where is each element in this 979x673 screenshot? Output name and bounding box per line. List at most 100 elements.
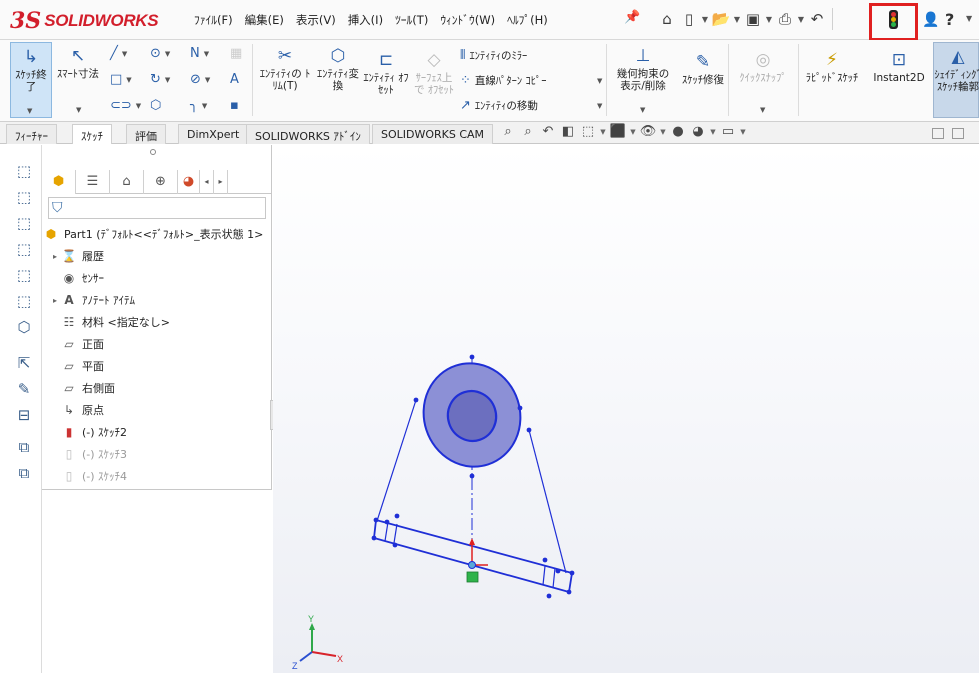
- open-folder-icon[interactable]: 📂: [710, 8, 732, 30]
- fillet-tool[interactable]: ╮ ▼: [190, 98, 207, 113]
- previous-view-icon[interactable]: ↶: [538, 124, 558, 139]
- undo-icon[interactable]: ↶: [806, 8, 828, 30]
- chevron-down-icon[interactable]: ▼: [796, 15, 806, 24]
- menu-insert[interactable]: 挿入(I): [342, 12, 389, 28]
- scene-icon[interactable]: ◕: [688, 124, 708, 139]
- polygon-tool-2[interactable]: ⬡: [150, 98, 165, 113]
- chevron-down-icon[interactable]: ▼: [136, 102, 141, 110]
- expand-icon[interactable]: ▸: [50, 296, 60, 305]
- graphics-area[interactable]: [273, 145, 979, 673]
- chevron-down-icon[interactable]: ▼: [598, 128, 608, 136]
- restore-window-icon[interactable]: [932, 128, 944, 139]
- shaded-sketch-contours-button[interactable]: ◭ ｼｪｲﾃﾞｨﾝｸﾞ ｽｹｯﾁ輪郭: [933, 42, 979, 118]
- chevron-down-icon[interactable]: ▼: [27, 107, 32, 115]
- smart-dimension-button[interactable]: ↖ ｽﾏｰﾄ寸法: [56, 46, 100, 80]
- display-pane-icon[interactable]: ⊟: [14, 405, 34, 425]
- tree-filter-input[interactable]: ⛉: [48, 197, 266, 219]
- view-isometric-icon[interactable]: ⬡: [14, 317, 34, 337]
- print-icon[interactable]: ⎙: [774, 8, 796, 30]
- feature-tree-tab-icon[interactable]: ⬢: [42, 170, 76, 194]
- rectangle-tool[interactable]: □ ▼: [110, 72, 132, 87]
- tree-item-sensors[interactable]: ◉ ｾﾝｻｰ: [42, 267, 272, 289]
- instant2d-button[interactable]: ⊡ Instant2D: [868, 50, 930, 84]
- chevron-down-icon[interactable]: ▼: [122, 50, 127, 58]
- offset-on-surface-button[interactable]: ◇ ｻｰﾌｪｽ上で ｵﾌｾｯﾄ: [412, 50, 456, 96]
- help-icon[interactable]: ?: [945, 10, 954, 29]
- display-manager-tab-icon[interactable]: ◕: [178, 170, 200, 194]
- chevron-down-icon[interactable]: ▼: [126, 76, 131, 84]
- view-bottom-icon[interactable]: ⬚: [14, 291, 34, 311]
- copy-layers-icon[interactable]: ⧉: [14, 463, 34, 483]
- tree-item-origin[interactable]: ↳ 原点: [42, 399, 272, 421]
- zoom-to-area-icon[interactable]: ⌕: [518, 124, 538, 139]
- chevron-down-icon[interactable]: ▼: [597, 102, 602, 110]
- tree-item-sketch3[interactable]: ▯ (-) ｽｹｯﾁ3: [42, 443, 272, 465]
- tab-sketch[interactable]: ｽｹｯﾁ: [72, 124, 112, 144]
- point-tool[interactable]: ▪: [230, 98, 243, 113]
- tree-item-annotations[interactable]: ▸ A ｱﾉﾃｰﾄ ｱｲﾃﾑ: [42, 289, 272, 311]
- tab-cam[interactable]: SOLIDWORKS CAM: [372, 124, 494, 144]
- home-icon[interactable]: ⌂: [656, 8, 678, 30]
- chevron-down-icon[interactable]: ▼: [205, 76, 210, 84]
- linear-pattern-button[interactable]: ⁘ 直線ﾊﾟﾀｰﾝ ｺﾋﾟｰ: [460, 73, 547, 88]
- view-front-icon[interactable]: ⬚: [14, 161, 34, 181]
- tree-item-right-plane[interactable]: ▱ 右側面: [42, 377, 272, 399]
- chevron-down-icon[interactable]: ▼: [658, 128, 668, 136]
- chevron-down-icon[interactable]: ▼: [597, 77, 602, 85]
- menu-tools[interactable]: ﾂｰﾙ(T): [389, 12, 434, 28]
- convert-entities-button[interactable]: ⬡ ｴﾝﾃｨﾃｨ変換: [314, 46, 362, 92]
- sketch-exit-button[interactable]: ↳ ｽｹｯﾁ終了 ▼: [10, 42, 52, 118]
- tree-item-sketch4[interactable]: ▯ (-) ｽｹｯﾁ4: [42, 465, 272, 487]
- mirror-entities-button[interactable]: ⫴ ｴﾝﾃｨﾃｨのﾐﾗｰ: [460, 48, 527, 63]
- display-style-icon[interactable]: ⬛: [608, 124, 628, 139]
- chevron-down-icon[interactable]: ▼: [966, 14, 972, 23]
- layers-icon[interactable]: ⧉: [14, 437, 34, 457]
- menu-view[interactable]: 表示(V): [290, 12, 342, 28]
- property-manager-tab-icon[interactable]: ☰: [76, 170, 110, 194]
- move-entities-button[interactable]: ↗ ｴﾝﾃｨﾃｨの移動: [460, 98, 538, 113]
- section-view-icon[interactable]: ◧: [558, 124, 578, 139]
- tab-addins[interactable]: SOLIDWORKS ｱﾄﾞｲﾝ: [246, 124, 370, 144]
- view-back-icon[interactable]: ⬚: [14, 187, 34, 207]
- sketch-viewport[interactable]: [273, 145, 979, 673]
- chevron-down-icon[interactable]: ▼: [764, 15, 774, 24]
- menu-help[interactable]: ﾍﾙﾌﾟ(H): [501, 12, 554, 28]
- trim-entities-button[interactable]: ✂ ｴﾝﾃｨﾃｨの ﾄﾘﾑ(T): [258, 46, 312, 92]
- chevron-down-icon[interactable]: ▼: [708, 128, 718, 136]
- tab-features[interactable]: ﾌｨｰﾁｬｰ: [6, 124, 57, 144]
- chevron-down-icon[interactable]: ▼: [165, 50, 170, 58]
- sketch-line-right[interactable]: [528, 429, 567, 574]
- chevron-down-icon[interactable]: ▼: [738, 128, 748, 136]
- view-left-icon[interactable]: ⬚: [14, 213, 34, 233]
- chevron-down-icon[interactable]: ▼: [202, 102, 207, 110]
- chevron-down-icon[interactable]: ▼: [732, 15, 742, 24]
- arc-tool[interactable]: ↻ ▼: [150, 72, 170, 87]
- display-delete-relations-button[interactable]: ⊥ 幾何拘束の 表示/削除: [612, 46, 674, 92]
- polygon-tool[interactable]: ⊘ ▼: [190, 72, 210, 87]
- new-document-icon[interactable]: ▯: [678, 8, 700, 30]
- select-tool-icon[interactable]: ⇱: [14, 353, 34, 373]
- user-icon[interactable]: 👤: [922, 12, 939, 28]
- chevron-down-icon[interactable]: ▼: [640, 106, 645, 114]
- view-top-icon[interactable]: ⬚: [14, 265, 34, 285]
- view-orientation-icon[interactable]: ⬚: [578, 124, 598, 139]
- tab-dimxpert[interactable]: DimXpert: [178, 124, 249, 144]
- tab-evaluate[interactable]: 評価: [126, 124, 166, 144]
- hide-show-items-icon[interactable]: 👁: [638, 124, 658, 139]
- spline-tool[interactable]: N ▼: [190, 46, 209, 61]
- sketch-tool-icon[interactable]: ✎: [14, 379, 34, 399]
- zoom-to-fit-icon[interactable]: ⌕: [498, 124, 518, 139]
- rebuild-traffic-light-icon[interactable]: [889, 10, 898, 29]
- view-right-icon[interactable]: ⬚: [14, 239, 34, 259]
- solidworks-logo[interactable]: 3S SOLIDWORKS: [10, 6, 170, 36]
- edit-appearance-icon[interactable]: ●: [668, 124, 688, 139]
- configuration-tab-icon[interactable]: ⌂: [110, 170, 144, 194]
- tree-item-top-plane[interactable]: ▱ 平面: [42, 355, 272, 377]
- line-tool[interactable]: ╱ ▼: [110, 46, 127, 61]
- view-settings-icon[interactable]: ▭: [718, 124, 738, 139]
- tree-item-front-plane[interactable]: ▱ 正面: [42, 333, 272, 355]
- tree-item-history[interactable]: ▸ ⌛ 履歴: [42, 245, 272, 267]
- save-icon[interactable]: ▣: [742, 8, 764, 30]
- chevron-down-icon[interactable]: ▼: [700, 15, 710, 24]
- fixed-relation-icon[interactable]: [466, 571, 479, 583]
